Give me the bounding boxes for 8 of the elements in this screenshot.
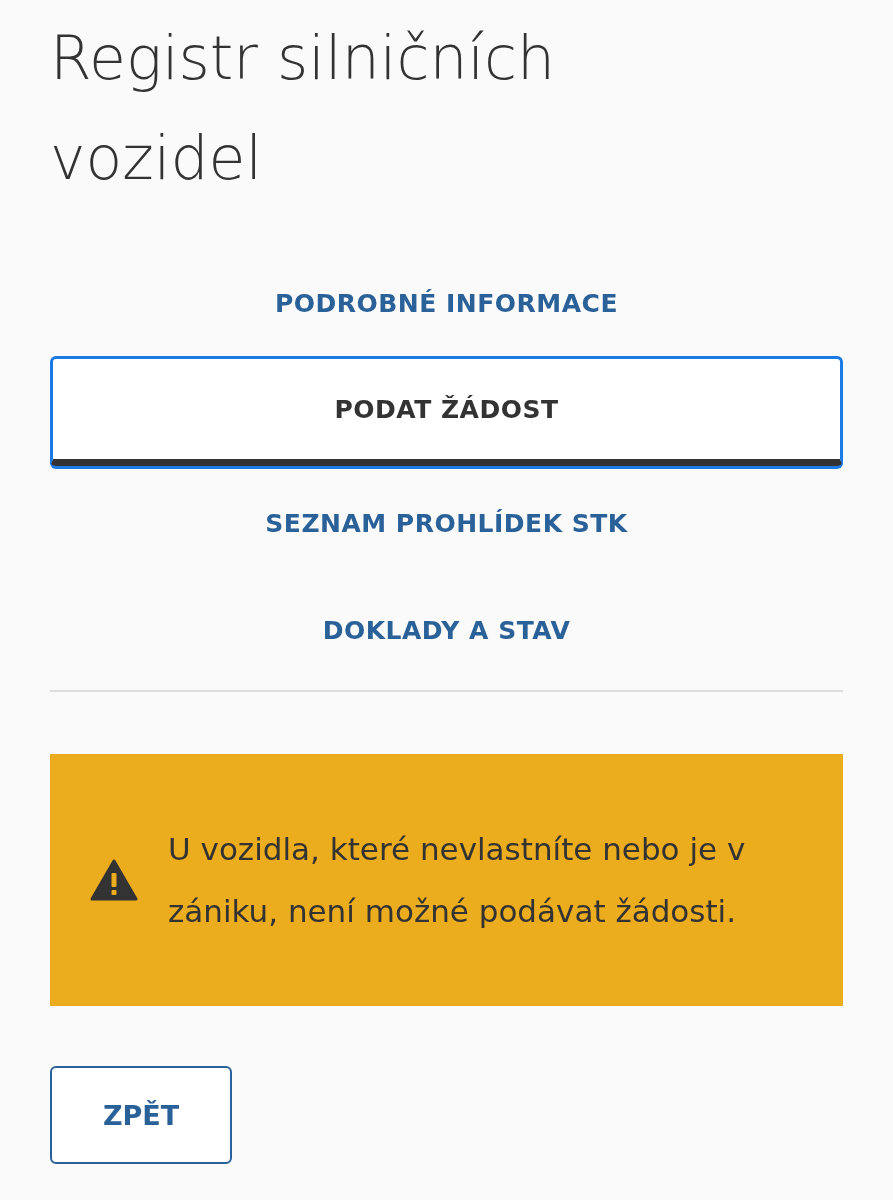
menu-button[interactable]: PODROBNÉ INFORMACE: [50, 258, 843, 348]
page-title: Registr silničních vozidel: [50, 22, 557, 195]
menu-button[interactable]: PODAT ŽÁDOST: [50, 356, 843, 466]
menu-button[interactable]: DOKLADY A STAV: [50, 581, 843, 680]
back-button[interactable]: ZPĚT: [50, 1066, 232, 1164]
warning-text: U vozidla, které nevlastníte nebo je v zániku, není možné podávat žádosti.: [168, 830, 747, 931]
menu-button[interactable]: SEZNAM PROHLÍDEK STK: [50, 474, 843, 573]
warning-icon: [90, 859, 138, 901]
